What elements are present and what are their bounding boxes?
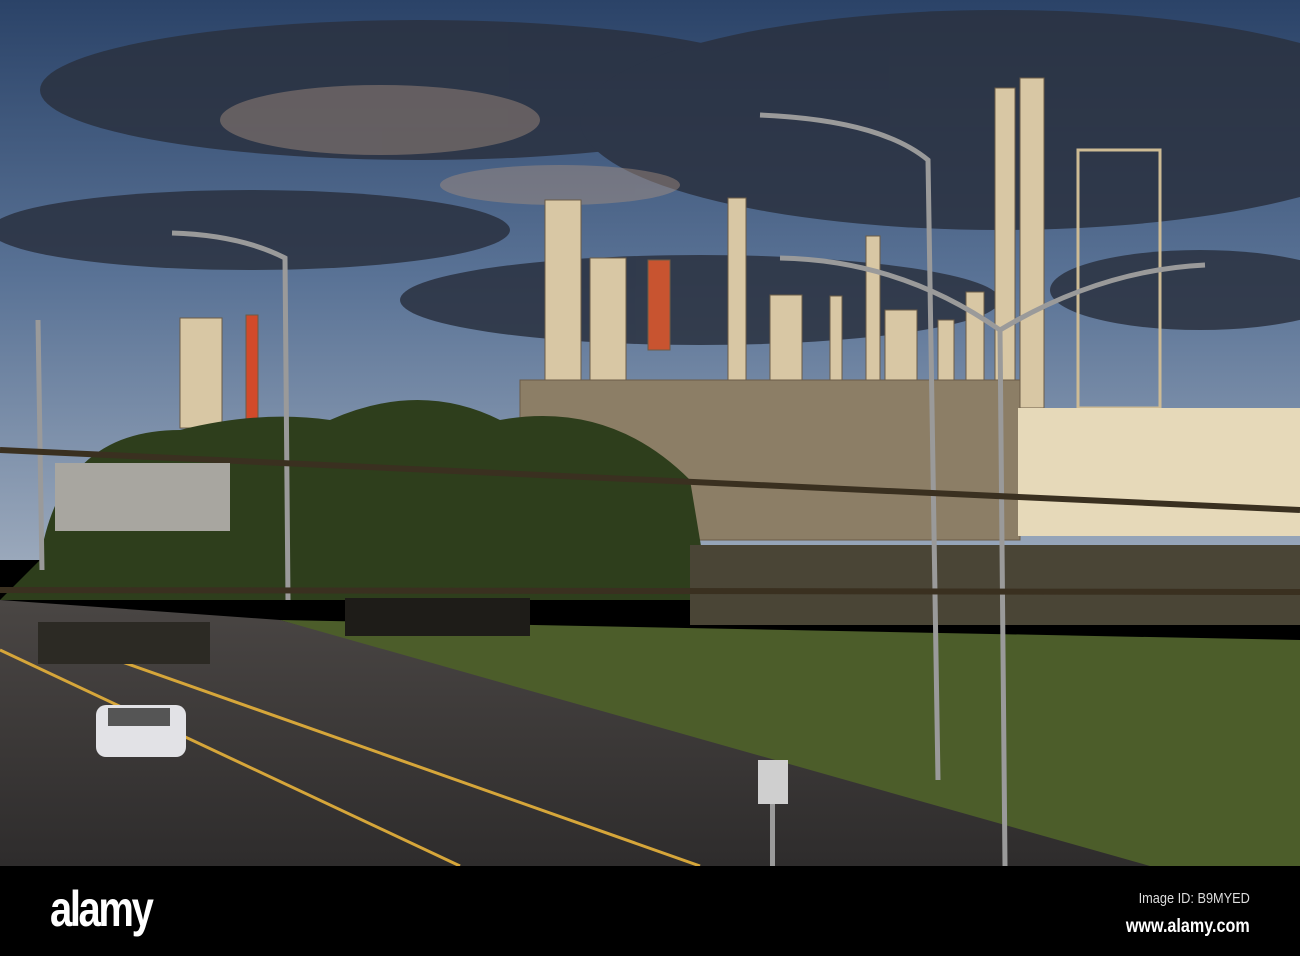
car [96, 705, 186, 757]
photo-frame: alamy Image ID: B9MYED www.alamy.com [0, 0, 1300, 956]
sign-box [38, 622, 210, 664]
road-sign [758, 760, 788, 804]
sign-box [55, 463, 230, 531]
warehouse [1018, 408, 1300, 536]
road-sign-post [770, 804, 775, 866]
image-id: Image ID: B9MYED [1138, 890, 1250, 907]
watermark-footer: alamy Image ID: B9MYED www.alamy.com [0, 866, 1300, 956]
site-url: www.alamy.com [1126, 916, 1250, 937]
embankment [690, 545, 1300, 625]
sign-box [345, 598, 530, 636]
refinery-photo [0, 0, 1300, 866]
alamy-logo: alamy [50, 881, 154, 937]
